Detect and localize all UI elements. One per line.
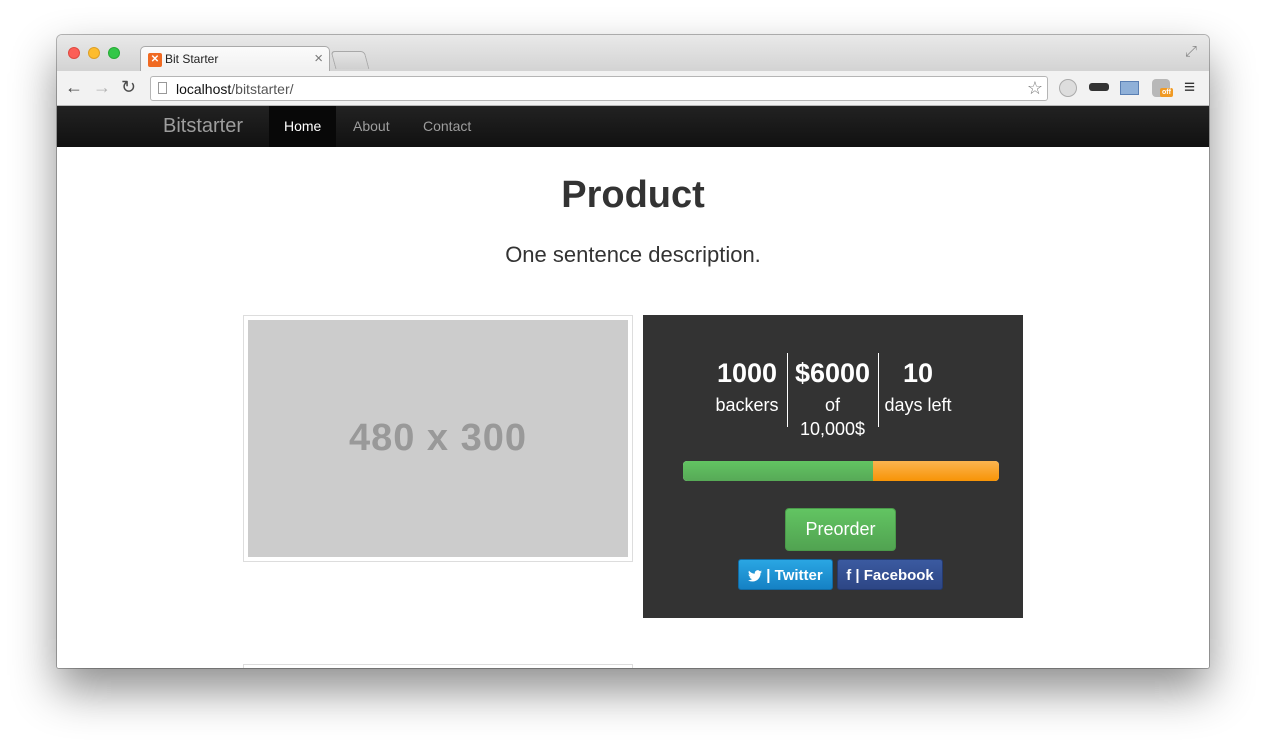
- progress-funded: [683, 461, 873, 481]
- extension-off-icon[interactable]: off: [1152, 79, 1173, 97]
- backers-label: backers: [715, 395, 779, 415]
- xampp-icon: ✕: [148, 53, 162, 67]
- url-text: localhost/bitstarter/: [176, 81, 294, 97]
- forward-arrow-icon[interactable]: →: [93, 77, 111, 98]
- facebook-share-button[interactable]: f | Facebook: [837, 559, 943, 590]
- hamburger-menu-icon[interactable]: ≡: [1184, 77, 1195, 99]
- preorder-button[interactable]: Preorder: [785, 508, 896, 551]
- close-window-button[interactable]: [68, 47, 80, 59]
- page-description: One sentence description.: [505, 242, 761, 267]
- progress-remaining: [872, 461, 999, 481]
- days-stat: 10 days left: [879, 353, 957, 417]
- minimize-window-button[interactable]: [88, 47, 100, 59]
- extension-icon[interactable]: [1059, 79, 1077, 97]
- backers-stat: 1000 backers: [705, 353, 789, 417]
- second-thumbnail: [243, 664, 633, 668]
- facebook-f-icon: f: [846, 567, 856, 584]
- pledged-stat: $6000 of 10,000$: [790, 353, 875, 441]
- funding-panel: 1000 backers $6000 of 10,000$ 10 days le…: [643, 315, 1023, 618]
- nav-about[interactable]: About: [338, 106, 405, 147]
- pledged-amount: $6000: [794, 358, 871, 388]
- url-host: localhost: [176, 81, 232, 97]
- backers-count: 1000: [716, 358, 778, 388]
- tab-strip: ✕ Bit Starter × ⤢: [57, 35, 1209, 71]
- image-placeholder: 480 x 300: [248, 320, 628, 557]
- reload-icon[interactable]: ↻: [121, 77, 136, 98]
- nav-contact[interactable]: Contact: [408, 106, 486, 147]
- address-bar[interactable]: localhost/bitstarter/ ☆: [150, 76, 1048, 101]
- bookmark-star-icon[interactable]: ☆: [1027, 78, 1043, 99]
- page-icon: [158, 82, 167, 94]
- days-label: days left: [884, 395, 952, 415]
- new-tab-button[interactable]: [330, 51, 370, 69]
- incognito-mask-icon[interactable]: [1089, 83, 1109, 91]
- facebook-label: | Facebook: [855, 567, 934, 584]
- fullscreen-icon[interactable]: ⤢: [1185, 43, 1197, 60]
- twitter-bird-icon: [748, 570, 763, 582]
- stat-divider: [787, 353, 788, 427]
- product-image-thumbnail: 480 x 300: [243, 315, 633, 562]
- funding-progress-bar: [683, 461, 999, 481]
- nav-home[interactable]: Home: [269, 106, 337, 147]
- page-content: Product One sentence description. 480 x …: [57, 147, 1209, 668]
- browser-tab[interactable]: ✕ Bit Starter ×: [140, 46, 330, 71]
- back-arrow-icon[interactable]: ←: [65, 77, 83, 98]
- pledged-label: of 10,000$: [799, 395, 866, 439]
- tab-close-icon[interactable]: ×: [314, 50, 323, 67]
- tab-title: Bit Starter: [165, 52, 219, 66]
- url-path: /bitstarter/: [231, 81, 294, 97]
- twitter-share-button[interactable]: | Twitter: [738, 559, 833, 590]
- zoom-window-button[interactable]: [108, 47, 120, 59]
- site-navbar: Bitstarter Home About Contact: [57, 106, 1209, 147]
- browser-window: ✕ Bit Starter × ⤢ ← → ↻ localhost/bitsta…: [57, 35, 1209, 668]
- browser-toolbar: ← → ↻ localhost/bitstarter/ ☆ off ≡: [57, 71, 1209, 106]
- window-extension-icon[interactable]: [1120, 81, 1139, 95]
- brand-link[interactable]: Bitstarter: [163, 115, 243, 138]
- twitter-label: | Twitter: [766, 567, 823, 584]
- days-count: 10: [902, 358, 934, 388]
- page-title: Product: [561, 174, 705, 216]
